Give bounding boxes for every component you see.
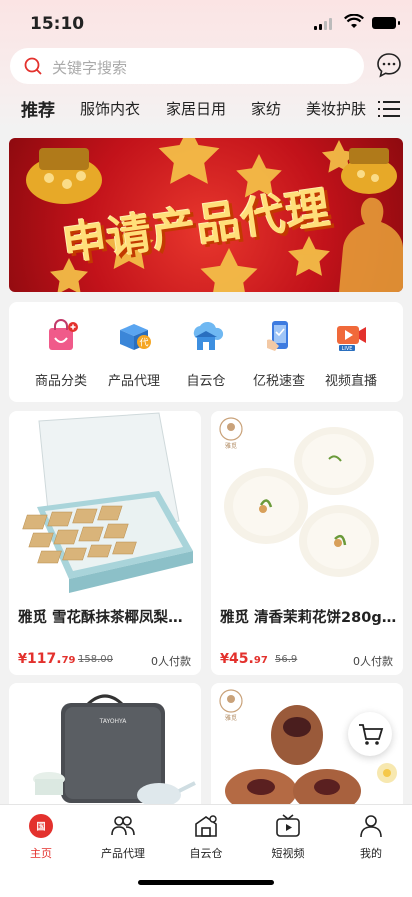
status-time: 15:10 xyxy=(30,14,85,34)
signal-icon xyxy=(314,18,334,30)
cloud-warehouse-icon xyxy=(193,321,224,350)
product-price: ¥117.79 xyxy=(18,651,76,667)
category-tab-beauty[interactable]: 美妆护肤 xyxy=(306,98,366,119)
category-tab-textiles[interactable]: 家纺 xyxy=(251,98,281,119)
quick-link-label: 亿税速查 xyxy=(252,374,305,389)
search-placeholder: 关键字搜索 xyxy=(52,59,128,77)
product-paid-count: 0人付款 xyxy=(353,655,393,668)
quick-link-label: 视频直播 xyxy=(324,374,377,389)
product-card[interactable]: 雅觅 雪花酥抹茶椰凤梨饼... ¥117.79 158.00 0人付款 xyxy=(9,411,201,675)
tab-cloud-warehouse[interactable]: 自云仓 xyxy=(165,813,247,861)
tv-play-icon xyxy=(276,814,300,837)
search-icon xyxy=(24,57,42,75)
tax-phone-icon xyxy=(267,321,288,351)
tab-label: 自云仓 xyxy=(189,847,223,860)
tab-mine[interactable]: 我的 xyxy=(330,813,412,861)
wifi-icon xyxy=(344,14,364,28)
product-title: 雅觅 清香茉莉花饼280g... xyxy=(220,610,398,626)
product-original-price: 158.00 xyxy=(78,654,113,665)
tab-label: 主页 xyxy=(30,847,52,860)
svg-text:LIVE: LIVE xyxy=(342,346,353,352)
quick-link-label: 产品代理 xyxy=(107,374,160,389)
cart-floating-button[interactable] xyxy=(348,712,392,756)
product-card[interactable]: TAYOHYA xyxy=(9,683,201,813)
product-image-jasmine-cakes: 雅觅 xyxy=(211,411,403,596)
tab-home[interactable]: 国 主页 xyxy=(0,813,82,861)
search-bar[interactable]: 关键字搜索 xyxy=(10,48,364,84)
person-icon xyxy=(360,815,382,838)
svg-text:雅觅: 雅觅 xyxy=(225,714,237,722)
category-tab-home[interactable]: 家居日用 xyxy=(166,98,226,119)
tab-short-video[interactable]: 短视频 xyxy=(247,813,329,861)
category-menu-icon[interactable] xyxy=(378,100,400,118)
battery-icon xyxy=(372,17,400,29)
svg-text:雅觅: 雅觅 xyxy=(225,442,237,450)
tab-label: 产品代理 xyxy=(101,847,145,860)
category-tab-recommend[interactable]: 推荐 xyxy=(21,96,55,121)
home-indicator xyxy=(138,880,274,885)
home-icon: 国 xyxy=(29,814,53,838)
quick-link-label: 自云仓 xyxy=(186,374,226,389)
product-card[interactable]: 雅觅 雅觅 清香茉莉花饼280g... ¥45.97 56.9 0人付款 xyxy=(211,411,403,675)
live-video-icon: LIVE xyxy=(337,326,366,352)
product-paid-count: 0人付款 xyxy=(151,655,191,668)
svg-text:国: 国 xyxy=(36,822,45,833)
quick-link-tax-check[interactable]: 亿税速查 xyxy=(240,318,318,389)
category-tab-clothing[interactable]: 服饰内衣 xyxy=(80,98,140,119)
quick-link-label: 商品分类 xyxy=(34,374,87,389)
product-original-price: 56.9 xyxy=(275,654,298,665)
tab-label: 短视频 xyxy=(271,847,305,860)
product-title: 雅觅 雪花酥抹茶椰凤梨饼... xyxy=(18,610,196,626)
product-price: ¥45.97 xyxy=(220,651,268,667)
tab-label: 我的 xyxy=(360,847,382,860)
tab-product-agent[interactable]: 产品代理 xyxy=(82,813,164,861)
warehouse-icon xyxy=(195,815,217,837)
svg-text:TAYOHYA: TAYOHYA xyxy=(99,718,128,725)
quick-link-categories[interactable]: 商品分类 xyxy=(22,318,100,389)
product-image-tea-set-bag: TAYOHYA xyxy=(9,683,201,813)
users-icon xyxy=(111,816,135,836)
quick-link-cloud-warehouse[interactable]: 自云仓 xyxy=(167,318,245,389)
shopping-cart-icon xyxy=(359,724,384,745)
chat-bubble-icon[interactable] xyxy=(376,52,402,78)
category-tabs: 推荐 服饰内衣 家居日用 家纺 美妆护肤 xyxy=(0,92,412,126)
product-image-giftbox xyxy=(9,411,201,596)
shopping-bag-icon xyxy=(49,319,78,350)
box-agent-icon: 代 xyxy=(120,324,151,350)
quick-link-live-video[interactable]: LIVE 视频直播 xyxy=(312,318,390,389)
quick-link-agent[interactable]: 代 产品代理 xyxy=(95,318,173,389)
promo-banner[interactable]: 申请产品代理 xyxy=(9,138,403,292)
status-bar: 15:10 xyxy=(0,0,412,48)
quick-links-panel: 商品分类 代 产品代理 自云仓 亿税速查 LIVE 视频直播 xyxy=(9,302,403,402)
svg-text:代: 代 xyxy=(139,338,148,349)
